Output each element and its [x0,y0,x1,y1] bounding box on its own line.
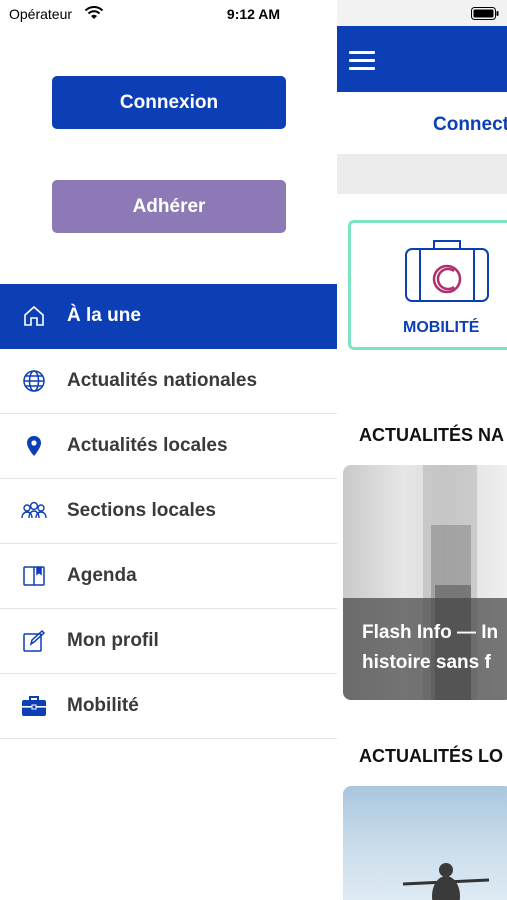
menu-item-mobilite[interactable]: Mobilité [0,674,337,739]
battery-icon [471,7,499,20]
main-content: Connect MOBILITÉ ACTUALITÉS NA Flash Inf… [337,0,507,900]
menu-item-mon-profil[interactable]: Mon profil [0,609,337,674]
menu-label: Actualités locales [67,435,228,456]
section-title-national: ACTUALITÉS NA [359,425,504,445]
briefcase-icon [21,693,47,719]
hamburger-menu-icon[interactable] [349,51,375,71]
menu-item-agenda[interactable]: Agenda [0,544,337,609]
news-caption: Flash Info — In histoire sans f [362,618,507,678]
news-caption-overlay: Flash Info — In histoire sans f [343,598,507,700]
local-news-card[interactable] [343,786,507,900]
menu-label: Mobilité [67,695,139,716]
menu-item-a-la-une[interactable]: À la une [0,284,337,349]
menu-label: Actualités nationales [67,370,258,391]
section-title-local: ACTUALITÉS LO [359,746,503,766]
connexion-button[interactable]: Connexion [52,76,286,129]
news-caption-line-2: histoire sans f [362,652,491,673]
adherer-button[interactable]: Adhérer [52,180,286,233]
drawer-menu: À la une Actualités nationales Actualité… [0,284,337,739]
menu-label: À la une [67,305,141,326]
edit-icon [21,628,47,654]
connect-link[interactable]: Connect [433,114,507,136]
connect-bar[interactable]: Connect [337,92,507,154]
news-card[interactable]: Flash Info — In histoire sans f [343,465,507,700]
side-drawer: Connexion Adhérer À la une Actualités na… [0,0,337,900]
status-bar: Opérateur 9:12 AM [0,0,507,28]
menu-item-actualites-nationales[interactable]: Actualités nationales [0,349,337,414]
status-time: 9:12 AM [226,6,281,22]
mobility-card[interactable]: MOBILITÉ [348,220,507,350]
people-icon [21,498,47,524]
menu-label: Mon profil [67,630,159,651]
location-pin-icon [21,433,47,459]
menu-item-sections-locales[interactable]: Sections locales [0,479,337,544]
news-caption-line-1: Flash Info — In [362,622,499,643]
globe-icon [21,368,47,394]
separator-band [337,154,507,194]
person-image [402,863,490,900]
app-header [337,26,507,92]
book-icon [21,563,47,589]
mobility-label: MOBILITÉ [403,319,480,336]
suitcase-icon [405,240,489,302]
menu-label: Sections locales [67,500,216,521]
menu-label: Agenda [67,565,137,586]
menu-item-actualites-locales[interactable]: Actualités locales [0,414,337,479]
home-icon [21,303,47,329]
